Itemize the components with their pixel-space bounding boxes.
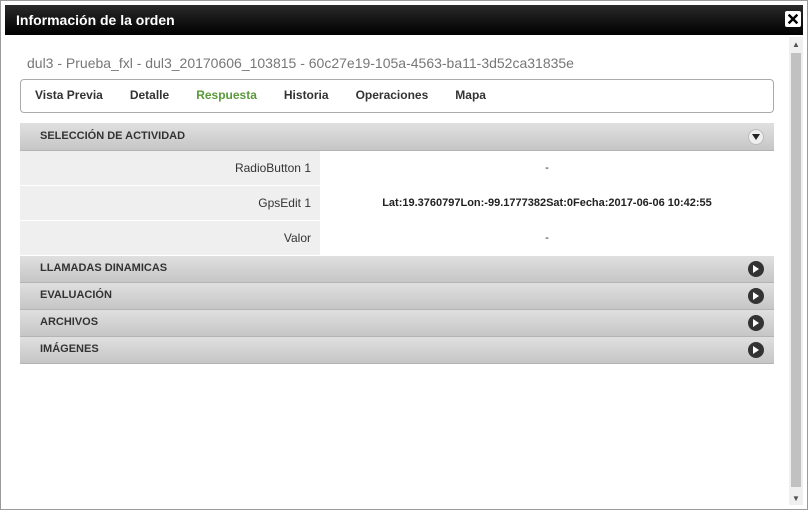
close-icon <box>788 14 798 24</box>
row-value: - <box>545 232 549 244</box>
table-row: RadioButton 1 - <box>20 151 774 186</box>
chevron-right-icon <box>753 265 759 273</box>
collapse-toggle[interactable] <box>748 129 764 145</box>
close-button[interactable] <box>785 11 801 27</box>
section-title: IMÁGENES <box>40 343 99 355</box>
table-row: Valor - <box>20 221 774 256</box>
chevron-right-icon <box>753 346 759 354</box>
scroll-down-arrow-icon[interactable]: ▼ <box>789 491 803 505</box>
section-title: LLAMADAS DINAMICAS <box>40 262 168 274</box>
order-info-dialog: Información de la orden dul3 - Prueba_fx… <box>0 0 808 510</box>
row-label: RadioButton 1 <box>20 151 320 185</box>
row-value: Lat:19.3760797Lon:-99.1777382Sat:0Fecha:… <box>382 197 712 209</box>
section-llamadas-dinamicas[interactable]: LLAMADAS DINAMICAS <box>20 256 774 283</box>
section-imagenes[interactable]: IMÁGENES <box>20 337 774 364</box>
tab-operaciones[interactable]: Operaciones <box>356 88 429 102</box>
dialog-titlebar[interactable]: Información de la orden <box>5 5 803 35</box>
expand-toggle[interactable] <box>748 342 764 358</box>
row-value: - <box>545 162 549 174</box>
expand-toggle[interactable] <box>748 261 764 277</box>
section-title: EVALUACIÓN <box>40 289 112 301</box>
section-title: ARCHIVOS <box>40 316 99 328</box>
scroll-thumb[interactable] <box>791 53 801 487</box>
tab-mapa[interactable]: Mapa <box>455 88 486 102</box>
order-identifier: dul3 - Prueba_fxl - dul3_20170606_103815… <box>27 55 574 71</box>
chevron-right-icon <box>753 319 759 327</box>
dialog-title: Información de la orden <box>16 12 175 28</box>
section-evaluacion[interactable]: EVALUACIÓN <box>20 283 774 310</box>
tab-bar: Vista Previa Detalle Respuesta Historia … <box>20 79 774 113</box>
vertical-scrollbar[interactable]: ▲ ▼ <box>789 37 803 505</box>
dialog-content: dul3 - Prueba_fxl - dul3_20170606_103815… <box>20 37 774 364</box>
row-label: GpsEdit 1 <box>20 186 320 220</box>
chevron-right-icon <box>753 292 759 300</box>
tab-respuesta[interactable]: Respuesta <box>196 88 257 102</box>
section-title: SELECCIÓN DE ACTIVIDAD <box>40 130 186 142</box>
tab-detalle[interactable]: Detalle <box>130 88 169 102</box>
tab-vista-previa[interactable]: Vista Previa <box>35 88 103 102</box>
table-row: GpsEdit 1 Lat:19.3760797Lon:-99.1777382S… <box>20 186 774 221</box>
row-label: Valor <box>20 221 320 255</box>
expand-toggle[interactable] <box>748 315 764 331</box>
expand-toggle[interactable] <box>748 288 764 304</box>
section-seleccion-actividad[interactable]: SELECCIÓN DE ACTIVIDAD <box>20 123 774 151</box>
chevron-down-icon <box>752 134 760 140</box>
scroll-up-arrow-icon[interactable]: ▲ <box>789 37 803 51</box>
section-archivos[interactable]: ARCHIVOS <box>20 310 774 337</box>
tab-historia[interactable]: Historia <box>284 88 329 102</box>
